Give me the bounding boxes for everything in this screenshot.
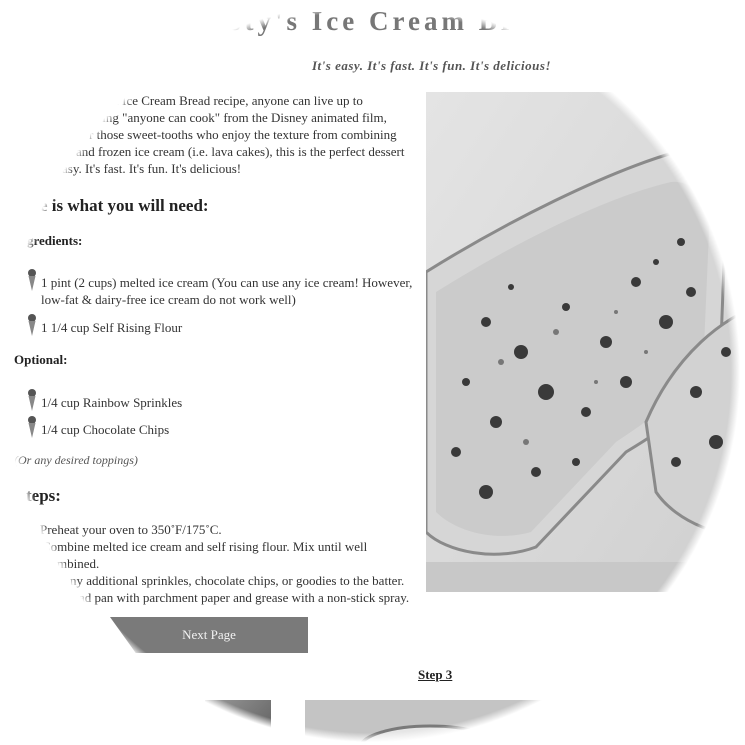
recipe-page: sty's Ice Cream Br It's easy. It's fast.… (0, 0, 745, 745)
ingredient-text: 1 1/4 cup Self Rising Flour (41, 320, 183, 335)
step-3-link[interactable]: Step 3 (418, 667, 452, 683)
optional-heading: Optional: (14, 352, 68, 367)
what-you-need-heading: e is what you will need: (40, 196, 209, 215)
bowl-image (359, 724, 501, 745)
toppings-note: (Or any desired toppings) (14, 453, 138, 467)
steps-list: Preheat your oven to 350˚F/175˚C. Combin… (0, 521, 409, 606)
step-line: ad pan with parchment paper and grease w… (79, 590, 410, 605)
intro-line: ent Ice Cream Bread recipe, anyone can l… (103, 93, 363, 108)
bread-slices-image (426, 92, 745, 592)
intro-line: aying "anyone can cook" from the Disney … (90, 110, 387, 125)
ice-cream-cone-icon (28, 269, 36, 291)
ice-cream-cone-icon (28, 314, 36, 336)
step-3-thumbnail-image (305, 700, 545, 745)
optional-text: 1/4 cup Chocolate Chips (41, 422, 170, 437)
next-page-button[interactable]: Next Page (110, 617, 308, 653)
ingredient-text: 1 pint (2 cups) melted ice cream (You ca… (41, 275, 413, 290)
ice-cream-bread-photo (426, 92, 745, 592)
optional-text: 1/4 cup Rainbow Sprinkles (41, 395, 183, 410)
step-thumbnail-image (205, 700, 271, 745)
intro-line: r those sweet-tooths who enjoy the textu… (89, 127, 397, 142)
ingredients-heading: gredients: (27, 233, 83, 248)
ice-cream-cone-icon (28, 416, 36, 438)
step-line: Combine melted ice cream and self rising… (42, 539, 368, 554)
step-line: Preheat your oven to 350˚F/175˚C. (40, 522, 222, 537)
page-title: sty's Ice Cream Br (230, 6, 517, 36)
step-line: mbined. (57, 556, 100, 571)
step-line: ny additional sprinkles, chocolate chips… (70, 573, 405, 588)
ice-cream-cone-icon (28, 389, 36, 411)
tagline: It's easy. It's fast. It's fun. It's del… (312, 58, 551, 73)
intro-line: asy. It's fast. It's fun. It's delicious… (62, 161, 242, 176)
ingredient-text-continued: low-fat & dairy-free ice cream do not wo… (41, 292, 296, 307)
intro-line: and frozen ice cream (i.e. lava cakes), … (76, 144, 405, 159)
steps-heading: teps: (26, 486, 61, 505)
intro-paragraph: ent Ice Cream Bread recipe, anyone can l… (0, 92, 405, 177)
